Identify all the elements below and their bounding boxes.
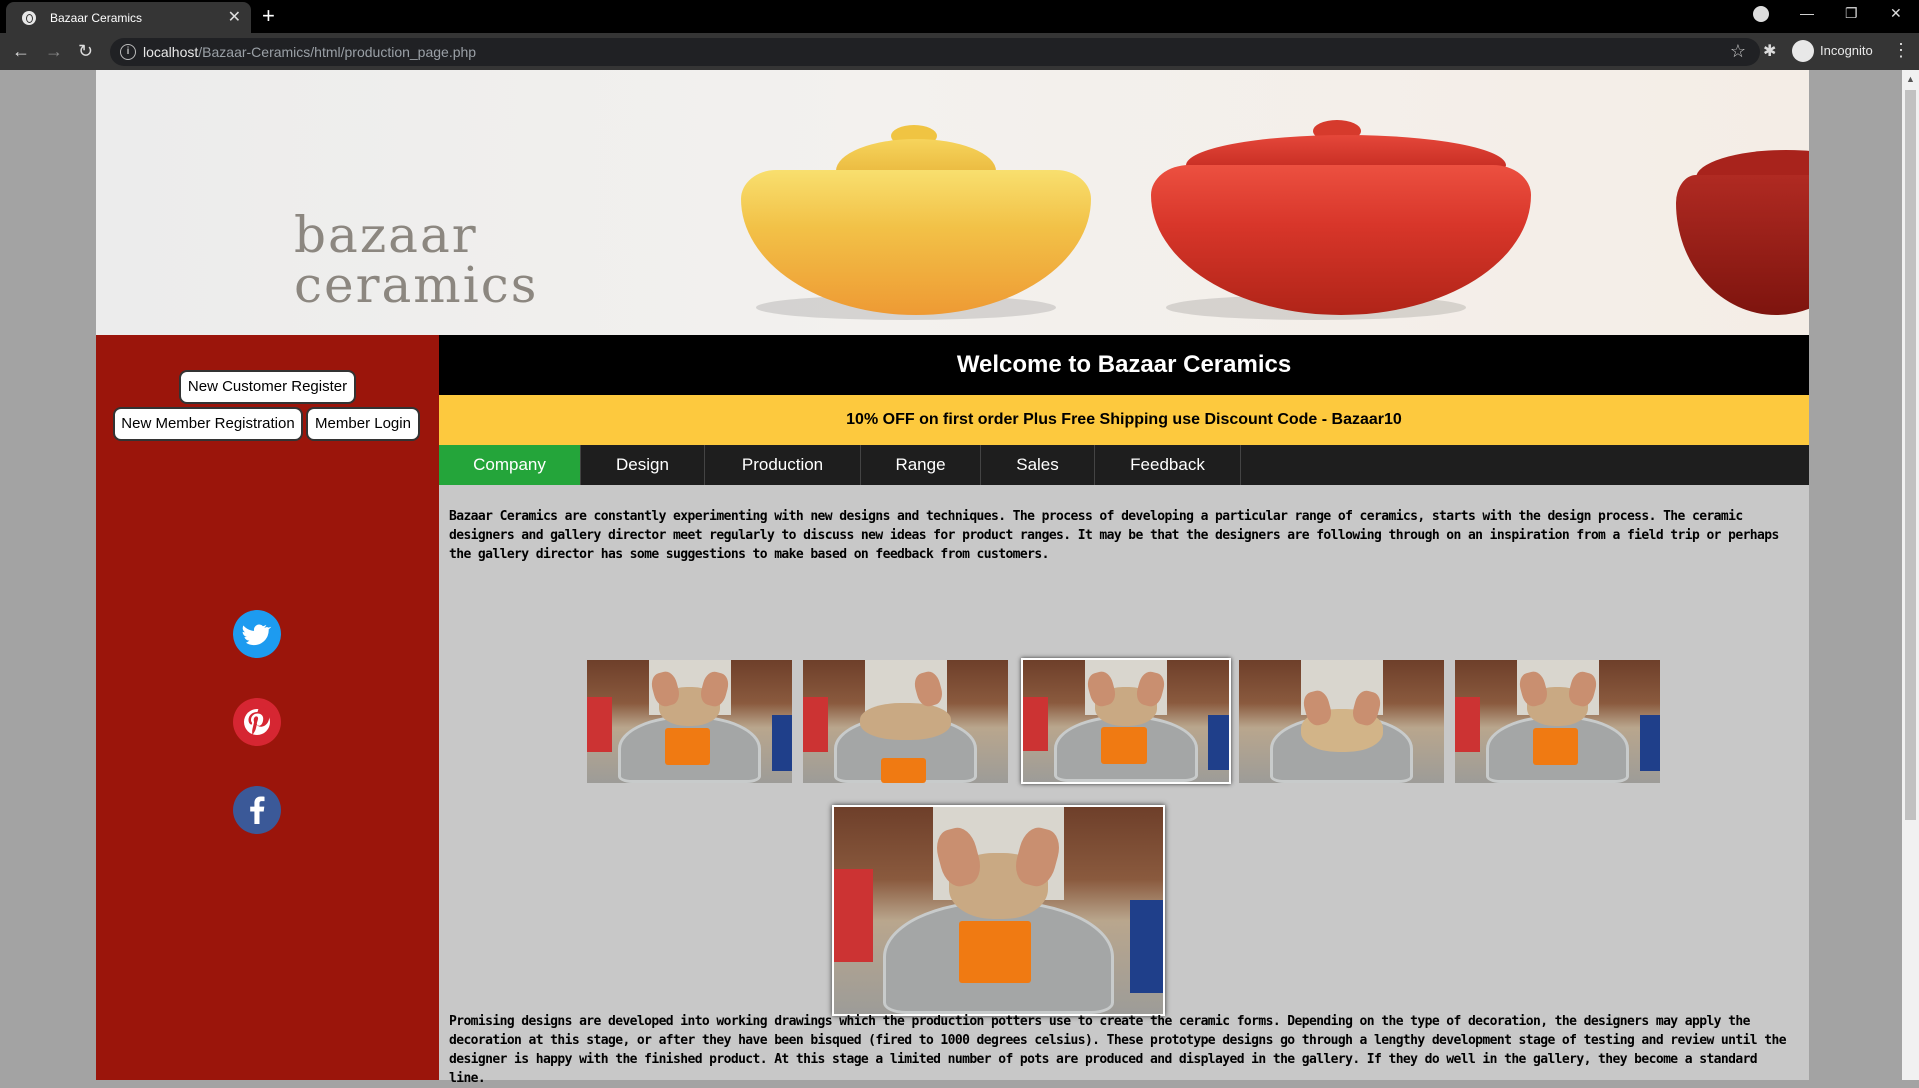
gallery-thumbnail-selected[interactable] [1021,658,1231,784]
back-icon[interactable]: ← [12,41,30,61]
twitter-icon[interactable] [233,610,281,658]
bookmark-star-icon[interactable]: ☆ [1730,41,1746,62]
new-member-registration-button[interactable]: New Member Registration [113,407,303,441]
scrollbar-thumb[interactable] [1905,90,1916,820]
url-path: /Bazaar-Ceramics/html/production_page.ph… [198,44,477,60]
close-tab-icon[interactable]: ✕ [228,7,241,27]
logo-line-2: ceramics [294,256,539,314]
intro-paragraph: Bazaar Ceramics are constantly experimen… [449,509,1779,562]
nav-range[interactable]: Range [861,445,981,485]
site-logo[interactable]: bazaar ceramics [294,210,538,310]
member-login-button[interactable]: Member Login [306,407,420,441]
nav-feedback[interactable]: Feedback [1095,445,1241,485]
promo-banner: 10% OFF on first order Plus Free Shippin… [439,395,1809,445]
browser-tabstrip: Bazaar Ceramics ✕ + — ❐ ✕ [0,0,1919,33]
globe-icon [22,11,36,25]
url-host: localhost [143,44,199,60]
nav-design[interactable]: Design [581,445,705,485]
profile-dropdown-icon[interactable] [1753,6,1769,22]
nav-company[interactable]: Company [439,445,581,485]
close-window-icon[interactable]: ✕ [1890,5,1902,22]
gallery-thumbnail[interactable] [803,660,1008,783]
pinterest-icon[interactable] [233,698,281,746]
incognito-label: Incognito [1820,43,1873,58]
extensions-icon[interactable]: ✱ [1763,41,1776,61]
browser-menu-icon[interactable]: ⋮ [1892,40,1910,61]
page-viewport: bazaar ceramics New Customer Register Ne… [0,70,1919,1086]
red-pot-image [1151,120,1531,325]
dark-red-pot-image [1676,150,1809,325]
page-scrollbar[interactable]: ▲ [1902,70,1919,1080]
browser-tab[interactable]: Bazaar Ceramics ✕ [6,2,251,33]
main-content: Welcome to Bazaar Ceramics 10% OFF on fi… [439,335,1809,1086]
site-info-icon[interactable]: i [120,44,136,60]
main-nav: Company Design Production Range Sales Fe… [439,445,1809,485]
incognito-icon[interactable] [1792,40,1814,62]
outro-paragraph: Promising designs are developed into wor… [449,1014,1787,1086]
restore-icon[interactable]: ❐ [1845,5,1858,22]
welcome-heading: Welcome to Bazaar Ceramics [439,335,1809,395]
browser-toolbar: ← → ↻ i localhost/Bazaar-Ceramics/html/p… [0,33,1919,70]
reload-icon[interactable]: ↻ [78,41,93,61]
new-customer-register-button[interactable]: New Customer Register [179,370,356,404]
header-banner: bazaar ceramics [96,70,1809,335]
logo-line-1: bazaar [294,206,478,264]
forward-icon[interactable]: → [45,41,63,61]
gallery-thumbnail[interactable] [1239,660,1444,783]
left-sidebar: New Customer Register New Member Registr… [96,335,439,1080]
address-bar[interactable]: i localhost/Bazaar-Ceramics/html/product… [110,38,1760,66]
gallery-thumbnail[interactable] [1455,660,1660,783]
minimize-icon[interactable]: — [1800,5,1814,21]
gallery-thumbnail[interactable] [587,660,792,783]
yellow-pot-image [741,125,1091,325]
page-container: bazaar ceramics New Customer Register Ne… [96,70,1809,1086]
gallery-main-image [832,805,1165,1016]
url-text[interactable]: localhost/Bazaar-Ceramics/html/productio… [143,44,476,60]
facebook-icon[interactable] [233,786,281,834]
new-tab-button[interactable]: + [262,3,275,29]
scroll-up-icon[interactable]: ▲ [1906,74,1915,84]
nav-production[interactable]: Production [705,445,861,485]
nav-sales[interactable]: Sales [981,445,1095,485]
tab-title: Bazaar Ceramics [50,11,143,25]
